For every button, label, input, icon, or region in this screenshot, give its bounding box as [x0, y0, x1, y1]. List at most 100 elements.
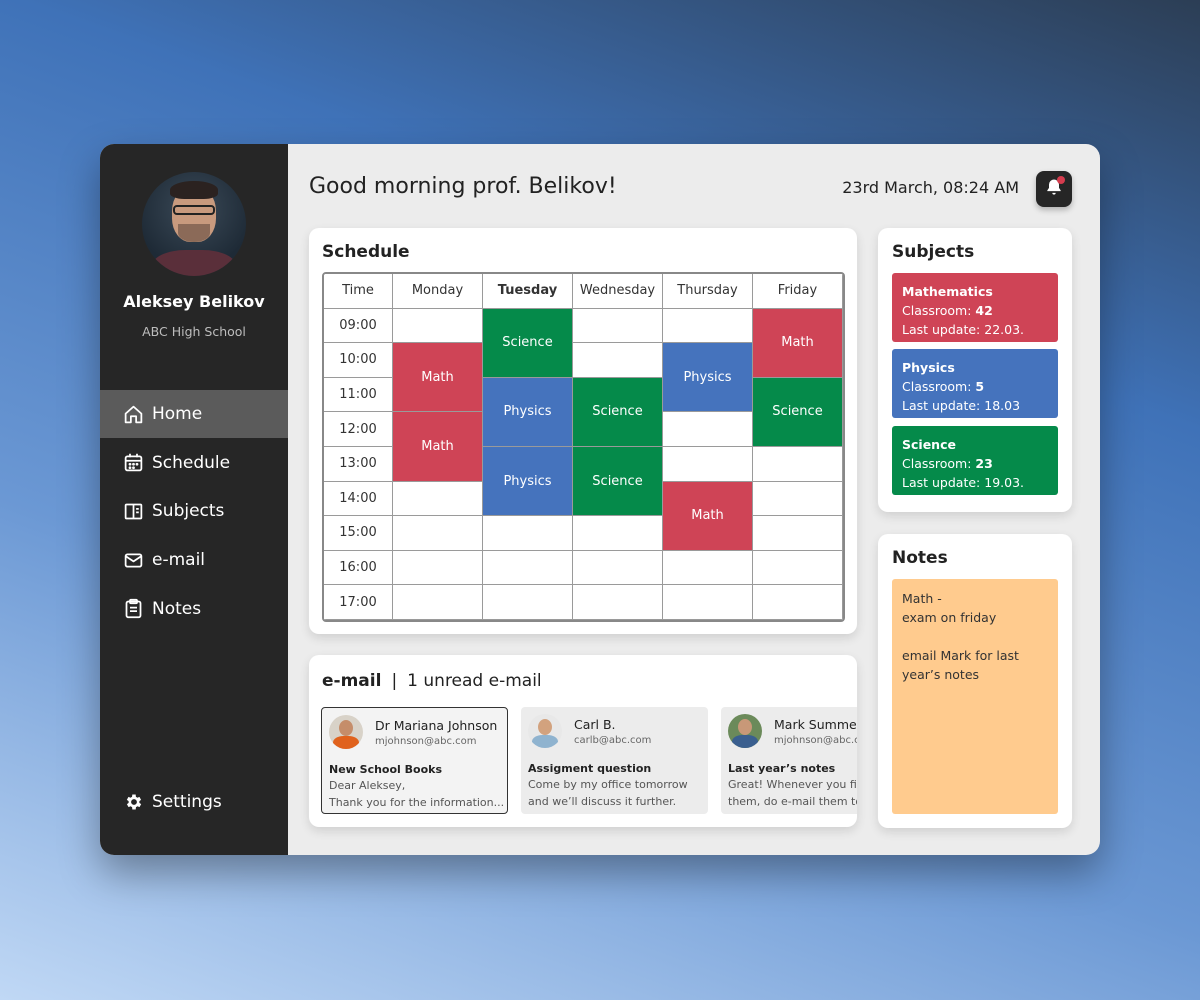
schedule-class-block[interactable]: Math	[663, 481, 753, 551]
schedule-slot[interactable]	[393, 550, 483, 586]
schedule-time-label: 17:00	[324, 585, 393, 620]
email-separator: |	[391, 671, 398, 691]
sidebar-item-schedule[interactable]: Schedule	[100, 439, 288, 487]
subject-name: Science	[902, 437, 956, 452]
schedule-slot[interactable]	[573, 308, 663, 344]
sidebar-item-label: Schedule	[152, 452, 231, 473]
subject-card-mathematics[interactable]: Mathematics Classroom: 42 Last update: 2…	[892, 273, 1058, 342]
sidebar-item-settings[interactable]: Settings	[100, 778, 288, 826]
email-sender: Mark Summer	[774, 717, 857, 732]
subject-card-science[interactable]: Science Classroom: 23 Last update: 19.03…	[892, 426, 1058, 495]
schedule-slot[interactable]	[753, 447, 843, 482]
schedule-class-block[interactable]: Physics	[663, 343, 753, 413]
schedule-slot[interactable]	[393, 585, 483, 620]
schedule-time-label: 11:00	[324, 377, 393, 413]
email-list: Dr Mariana Johnson mjohnson@abc.com New …	[321, 707, 857, 815]
email-item[interactable]: Carl B. carlb@abc.com Assigment question…	[521, 707, 708, 814]
schedule-slot[interactable]	[753, 481, 843, 517]
subject-classroom: Classroom: 23	[902, 456, 993, 471]
schedule-class-block[interactable]: Math	[753, 308, 843, 378]
current-datetime: 23rd March, 08:24 AM	[842, 178, 1019, 197]
sidebar-item-label: Notes	[152, 598, 202, 619]
schedule-slot[interactable]	[393, 516, 483, 551]
notes-icon	[123, 598, 144, 619]
greeting: Good morning prof. Belikov!	[309, 174, 617, 199]
schedule-header-day: Tuesday	[483, 274, 573, 309]
schedule-class-block[interactable]: Physics	[483, 377, 573, 447]
sender-avatar	[528, 714, 562, 748]
email-address: mjohnson@abc.com	[774, 735, 857, 746]
schedule-class-block[interactable]: Physics	[483, 447, 573, 517]
email-preview-line: and we’ll discuss it further.	[528, 795, 677, 808]
schedule-class-block[interactable]: Math	[393, 343, 483, 413]
sidebar-item-notes[interactable]: Notes	[100, 585, 288, 633]
schedule-slot[interactable]	[393, 481, 483, 517]
sidebar-item-subjects[interactable]: Subjects	[100, 487, 288, 535]
gear-icon	[123, 792, 144, 813]
schedule-slot[interactable]	[753, 550, 843, 586]
schedule-time-label: 10:00	[324, 343, 393, 378]
schedule-slot[interactable]	[663, 550, 753, 586]
note-line: email Mark for last	[902, 648, 1019, 663]
email-item[interactable]: Mark Summer mjohnson@abc.com Last year’s…	[721, 707, 857, 814]
notification-button[interactable]	[1036, 171, 1072, 207]
mail-icon	[123, 550, 144, 571]
note-line: exam on friday	[902, 610, 997, 625]
subjects-card: Subjects Mathematics Classroom: 42 Last …	[878, 228, 1072, 512]
schedule-slot[interactable]	[663, 585, 753, 620]
sidebar-item-home[interactable]: Home	[100, 390, 288, 438]
schedule-slot[interactable]	[753, 585, 843, 620]
schedule-class-block[interactable]: Science	[753, 377, 843, 447]
subject-classroom: Classroom: 5	[902, 379, 985, 394]
schedule-card: Schedule Time Monday Tuesday Wednesday Thurs…	[309, 228, 857, 634]
schedule-slot[interactable]	[753, 516, 843, 551]
subject-name: Mathematics	[902, 284, 993, 299]
email-header: e-mail | 1 unread e-mail	[322, 671, 542, 691]
schedule-slot[interactable]	[483, 550, 573, 586]
email-preview-line: Come by my office tomorrow	[528, 778, 688, 791]
schedule-slot[interactable]	[483, 585, 573, 620]
app-window: Aleksey Belikov ABC High School Home Sch…	[100, 144, 1100, 855]
schedule-slot[interactable]	[573, 585, 663, 620]
note-line: year’s notes	[902, 667, 980, 682]
email-card: e-mail | 1 unread e-mail Dr Mariana Johnso…	[309, 655, 857, 827]
settings-area: Settings	[100, 778, 288, 827]
subjects-title: Subjects	[892, 242, 975, 262]
schedule-slot[interactable]	[663, 447, 753, 482]
schedule-class-block[interactable]: Math	[393, 412, 483, 482]
schedule-slot[interactable]	[663, 412, 753, 447]
avatar[interactable]	[142, 172, 246, 276]
schedule-slot[interactable]	[573, 516, 663, 551]
schedule-time-label: 16:00	[324, 550, 393, 586]
email-preview-line: Dear Aleksey,	[329, 779, 406, 792]
schedule-slot[interactable]	[573, 343, 663, 378]
schedule-slot[interactable]	[573, 550, 663, 586]
main-content: Good morning prof. Belikov! 23rd March, …	[288, 144, 1100, 855]
schedule-slot[interactable]	[483, 516, 573, 551]
subject-last-update: Last update: 22.03.	[902, 322, 1024, 337]
notes-title: Notes	[892, 548, 948, 568]
sidebar-item-label: Settings	[152, 792, 222, 812]
profile-name: Aleksey Belikov	[123, 292, 265, 311]
sender-avatar	[728, 714, 762, 748]
schedule-class-block[interactable]: Science	[573, 447, 663, 517]
schedule-class-block[interactable]: Science	[483, 308, 573, 378]
email-preview-line: them, do e-mail them to me	[728, 795, 857, 808]
email-address: carlb@abc.com	[574, 735, 652, 746]
subject-card-physics[interactable]: Physics Classroom: 5 Last update: 18.03	[892, 349, 1058, 418]
email-address: mjohnson@abc.com	[375, 736, 477, 747]
email-subject: Assigment question	[528, 762, 652, 775]
schedule-slot[interactable]	[663, 308, 753, 344]
sidebar: Aleksey Belikov ABC High School Home Sch…	[100, 144, 288, 855]
schedule-header-day: Monday	[393, 274, 483, 309]
note-content[interactable]: Math - exam on friday email Mark for las…	[892, 579, 1058, 814]
home-icon	[123, 404, 144, 425]
sidebar-item-email[interactable]: e-mail	[100, 536, 288, 584]
schedule-class-block[interactable]: Science	[573, 377, 663, 447]
schedule-slot[interactable]	[393, 308, 483, 344]
subject-name: Physics	[902, 360, 955, 375]
schedule-time-label: 14:00	[324, 481, 393, 517]
email-item[interactable]: Dr Mariana Johnson mjohnson@abc.com New …	[321, 707, 508, 814]
calendar-icon	[123, 452, 144, 473]
schedule-title: Schedule	[322, 242, 410, 262]
